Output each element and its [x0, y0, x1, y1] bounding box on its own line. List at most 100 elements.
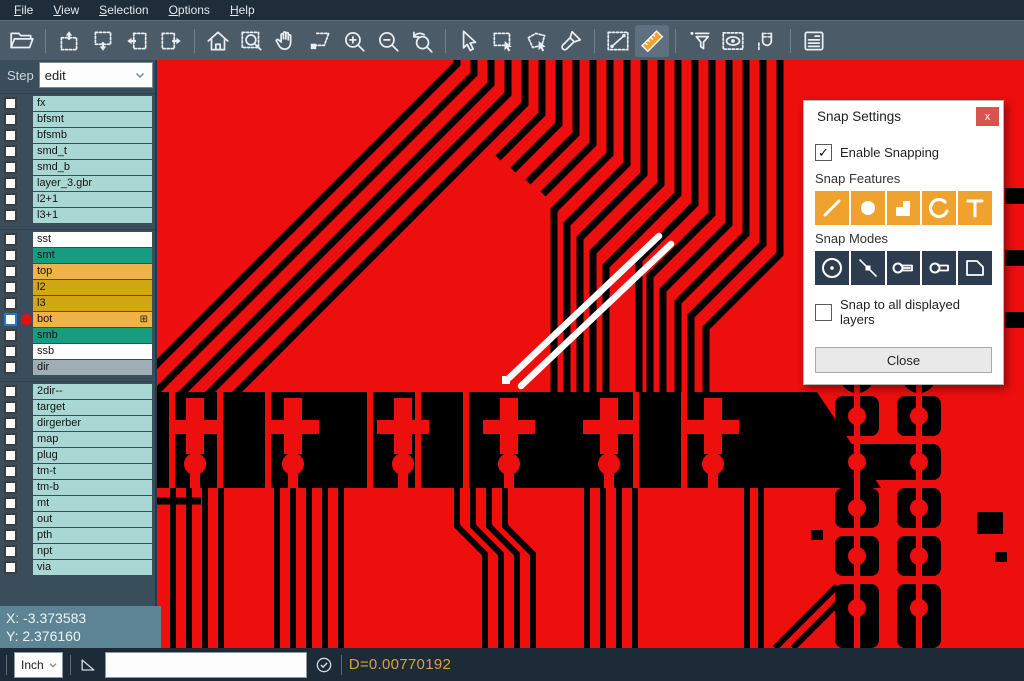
filter-button[interactable]	[682, 25, 716, 57]
layer-row[interactable]: npt	[0, 544, 155, 559]
apply-sync-icon[interactable]	[314, 655, 334, 675]
layer-name-cell[interactable]: tm-t	[33, 464, 152, 479]
layer-visibility-checkbox[interactable]	[4, 161, 17, 174]
zoom-previous-button[interactable]	[405, 25, 439, 57]
layer-name-cell[interactable]: ssb	[33, 344, 152, 359]
layer-row[interactable]: dirgerber	[0, 416, 155, 431]
enable-snapping-checkbox[interactable]: ✓	[815, 144, 832, 161]
zoom-home-button[interactable]	[201, 25, 235, 57]
snap-mode-slot-right-button[interactable]	[887, 251, 921, 285]
layer-visibility-checkbox[interactable]	[4, 193, 17, 206]
layer-name-cell[interactable]: smt	[33, 248, 152, 263]
snap-feature-pad-button[interactable]	[851, 191, 885, 225]
layer-name-cell[interactable]: tm-b	[33, 480, 152, 495]
layer-visibility-checkbox[interactable]	[4, 561, 17, 574]
dialog-close-button[interactable]: x	[976, 107, 999, 126]
layer-name-cell[interactable]: l2+1	[33, 192, 152, 207]
dialog-close-action-button[interactable]: Close	[815, 347, 992, 373]
layer-row[interactable]: sst	[0, 232, 155, 247]
dialog-title-bar[interactable]: Snap Settings x	[804, 101, 1003, 130]
snap-mode-corner-button[interactable]	[958, 251, 992, 285]
layer-row[interactable]: pth	[0, 528, 155, 543]
layer-name-cell[interactable]: npt	[33, 544, 152, 559]
layer-name-cell[interactable]: mt	[33, 496, 152, 511]
layer-visibility-checkbox[interactable]	[4, 129, 17, 142]
layer-visibility-checkbox[interactable]	[4, 297, 17, 310]
menu-item[interactable]: Options	[159, 1, 220, 19]
layer-visibility-checkbox[interactable]	[4, 401, 17, 414]
snap-feature-arc-button[interactable]	[922, 191, 956, 225]
layer-row[interactable]: out	[0, 512, 155, 527]
layer-name-cell[interactable]: bfsmb	[33, 128, 152, 143]
layer-name-cell[interactable]: layer_3.gbr	[33, 176, 152, 191]
layer-row[interactable]: ssb	[0, 344, 155, 359]
snap-mode-point-button[interactable]	[851, 251, 885, 285]
layer-visibility-checkbox[interactable]	[4, 249, 17, 262]
layer-row[interactable]: l3+1	[0, 208, 155, 223]
layer-name-cell[interactable]: out	[33, 512, 152, 527]
zoom-area-button[interactable]	[303, 25, 337, 57]
snap-feature-line-button[interactable]	[815, 191, 849, 225]
measure-point-to-point-button[interactable]	[601, 25, 635, 57]
layer-row[interactable]: map	[0, 432, 155, 447]
report-button[interactable]	[797, 25, 831, 57]
layer-visibility-checkbox[interactable]	[4, 329, 17, 342]
layer-visibility-checkbox[interactable]	[4, 385, 17, 398]
layer-visibility-checkbox[interactable]	[4, 465, 17, 478]
layer-visibility-checkbox[interactable]	[4, 529, 17, 542]
layer-row[interactable]: dir	[0, 360, 155, 375]
layer-visibility-checkbox[interactable]	[4, 481, 17, 494]
layer-row[interactable]: bot⊞	[0, 312, 155, 327]
layer-row[interactable]: fx	[0, 96, 155, 111]
layer-row[interactable]: top	[0, 264, 155, 279]
layer-visibility-checkbox[interactable]	[4, 233, 17, 246]
snap-mode-slot-left-button[interactable]	[922, 251, 956, 285]
layer-name-cell[interactable]: smd_b	[33, 160, 152, 175]
layer-name-cell[interactable]: l3+1	[33, 208, 152, 223]
layer-name-cell[interactable]: smb	[33, 328, 152, 343]
zoom-window-button[interactable]	[235, 25, 269, 57]
layer-row[interactable]: l2+1	[0, 192, 155, 207]
layer-visibility-checkbox[interactable]	[4, 177, 17, 190]
layer-visibility-checkbox[interactable]	[4, 97, 17, 110]
menu-item[interactable]: Selection	[89, 1, 158, 19]
pan-right-button[interactable]	[154, 25, 188, 57]
layer-row[interactable]: plug	[0, 448, 155, 463]
layer-name-cell[interactable]: plug	[33, 448, 152, 463]
measure-ruler-button[interactable]	[635, 25, 669, 57]
menu-item[interactable]: Help	[220, 1, 265, 19]
layer-row[interactable]: via	[0, 560, 155, 575]
layer-row[interactable]: bfsmt	[0, 112, 155, 127]
layer-name-cell[interactable]: pth	[33, 528, 152, 543]
layer-row[interactable]: mt	[0, 496, 155, 511]
select-brush-button[interactable]	[554, 25, 588, 57]
layer-visibility-checkbox[interactable]	[4, 209, 17, 222]
layer-row[interactable]: smd_t	[0, 144, 155, 159]
snap-feature-text-button[interactable]	[958, 191, 992, 225]
zoom-out-button[interactable]	[371, 25, 405, 57]
layer-name-cell[interactable]: 2dir--	[33, 384, 152, 399]
layer-name-cell[interactable]: fx	[33, 96, 152, 111]
layer-row[interactable]: bfsmb	[0, 128, 155, 143]
select-polygon-button[interactable]	[520, 25, 554, 57]
layer-row[interactable]: 2dir--	[0, 384, 155, 399]
layer-row[interactable]: tm-b	[0, 480, 155, 495]
all-layers-checkbox[interactable]	[815, 304, 832, 321]
layer-row[interactable]: smt	[0, 248, 155, 263]
layer-visibility-checkbox[interactable]	[4, 265, 17, 278]
layer-name-cell[interactable]: map	[33, 432, 152, 447]
layer-row[interactable]: layer_3.gbr	[0, 176, 155, 191]
layer-name-cell[interactable]: bfsmt	[33, 112, 152, 127]
layer-row[interactable]: smd_b	[0, 160, 155, 175]
layer-name-cell[interactable]: l2	[33, 280, 152, 295]
pan-left-button[interactable]	[120, 25, 154, 57]
layer-visibility-checkbox[interactable]	[4, 433, 17, 446]
layer-name-cell[interactable]: l3	[33, 296, 152, 311]
layer-visibility-checkbox[interactable]	[4, 313, 17, 326]
layer-visibility-checkbox[interactable]	[4, 417, 17, 430]
pan-down-button[interactable]	[86, 25, 120, 57]
snap-mode-center-button[interactable]	[815, 251, 849, 285]
layer-visibility-checkbox[interactable]	[4, 281, 17, 294]
menu-item[interactable]: View	[43, 1, 89, 19]
layer-visibility-checkbox[interactable]	[4, 513, 17, 526]
